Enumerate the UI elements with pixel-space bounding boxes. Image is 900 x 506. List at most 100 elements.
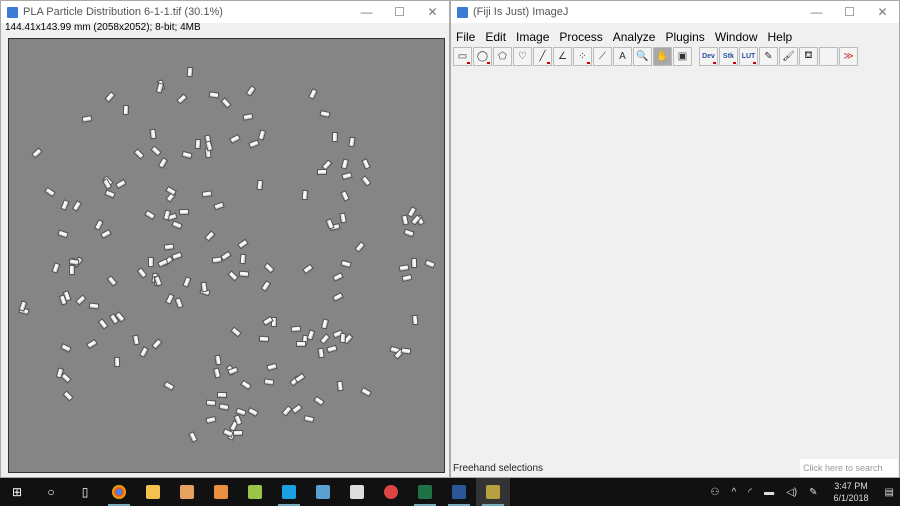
- clock[interactable]: 3:47 PM 6/1/2018: [834, 480, 869, 504]
- menu-edit[interactable]: Edit: [485, 30, 506, 44]
- color-picker-tool[interactable]: ▣: [673, 47, 692, 66]
- particle: [335, 380, 344, 392]
- chrome-icon: [112, 485, 126, 499]
- task-view-button[interactable]: ▯: [68, 478, 102, 506]
- app-paint[interactable]: [374, 478, 408, 506]
- particle: [303, 415, 316, 424]
- particle: [155, 82, 164, 94]
- app-i[interactable]: [170, 478, 204, 506]
- freehand-tool[interactable]: ♡: [513, 47, 532, 66]
- polygon-tool[interactable]: ⬠: [493, 47, 512, 66]
- lut-menu-button[interactable]: LUT: [739, 47, 758, 66]
- line-tool[interactable]: ╱: [533, 47, 552, 66]
- multipoint-tool[interactable]: ⁘: [573, 47, 592, 66]
- particle: [181, 150, 193, 160]
- particle: [208, 91, 220, 99]
- calculator-icon: [350, 485, 364, 499]
- flood-fill-icon: ⛾: [804, 50, 813, 61]
- particle: [291, 403, 303, 415]
- taskbar-search[interactable]: Click here to search: [800, 459, 898, 477]
- menu-file[interactable]: File: [456, 30, 475, 44]
- wifi-icon[interactable]: ◜: [748, 487, 752, 498]
- particle: [332, 271, 344, 282]
- imagej-titlebar[interactable]: (Fiji Is Just) ImageJ — ☐ ✕: [451, 1, 899, 23]
- particle: [339, 212, 347, 224]
- particle: [81, 114, 93, 123]
- word-app[interactable]: [442, 478, 476, 506]
- particle: [200, 281, 209, 293]
- app-c[interactable]: [272, 478, 306, 506]
- particle: [266, 363, 278, 372]
- particle: [245, 85, 256, 98]
- app-f[interactable]: [204, 478, 238, 506]
- calculator-app[interactable]: [340, 478, 374, 506]
- app-3d[interactable]: [306, 478, 340, 506]
- wand-tool[interactable]: ⟋: [593, 47, 612, 66]
- more-tools[interactable]: ≫: [839, 47, 858, 66]
- oval-tool[interactable]: ◯: [473, 47, 492, 66]
- pen-icon[interactable]: ✎: [809, 487, 817, 498]
- image-canvas[interactable]: [8, 38, 445, 473]
- close-button[interactable]: ✕: [866, 5, 899, 19]
- rectangle-tool[interactable]: ▭: [453, 47, 472, 66]
- brush-tool[interactable]: 🖌: [779, 47, 798, 66]
- stk-menu-icon: Stk: [723, 53, 734, 60]
- angle-tool[interactable]: ∠: [553, 47, 572, 66]
- maximize-button[interactable]: ☐: [383, 5, 416, 19]
- app-f-icon: [214, 485, 228, 499]
- image-window-titlebar[interactable]: PLA Particle Distribution 6-1-1.tif (30.…: [1, 1, 449, 23]
- minimize-button[interactable]: —: [800, 5, 833, 19]
- particle: [296, 341, 307, 348]
- menu-image[interactable]: Image: [516, 30, 549, 44]
- chrome-app[interactable]: [102, 478, 136, 506]
- pencil-tool[interactable]: ✎: [759, 47, 778, 66]
- particle: [133, 148, 146, 160]
- excel-app[interactable]: [408, 478, 442, 506]
- menu-analyze[interactable]: Analyze: [613, 30, 656, 44]
- volume-icon[interactable]: ◁): [786, 487, 797, 498]
- particle: [57, 229, 69, 239]
- maximize-button[interactable]: ☐: [833, 5, 866, 19]
- file-explorer-app[interactable]: [136, 478, 170, 506]
- toolbar: ▭ ◯ ⬠ ♡ ╱ ∠ ⁘ ⟋ A 🔍 ✋ ▣ Dev Stk LUT ✎ 🖌 ⛾ ≫: [453, 47, 899, 67]
- imagej-icon: [7, 6, 18, 18]
- menu-help[interactable]: Help: [768, 30, 793, 44]
- more-tools-icon: ≫: [843, 51, 854, 62]
- menu-process[interactable]: Process: [559, 30, 602, 44]
- empty-tool[interactable]: [819, 47, 838, 66]
- hand-tool[interactable]: ✋: [653, 47, 672, 66]
- close-button[interactable]: ✕: [416, 5, 449, 19]
- particle: [360, 158, 371, 170]
- particle: [401, 274, 413, 283]
- menu-window[interactable]: Window: [715, 30, 758, 44]
- particle: [186, 66, 194, 77]
- cura-app[interactable]: [238, 478, 272, 506]
- particle: [104, 91, 116, 104]
- angle-icon: ∠: [558, 51, 567, 62]
- text-tool[interactable]: A: [613, 47, 632, 66]
- start-button[interactable]: ⊞: [0, 478, 34, 506]
- particle: [170, 220, 183, 230]
- clock-time: 3:47 PM: [834, 481, 868, 491]
- particle: [294, 372, 306, 383]
- particle: [164, 293, 175, 306]
- particle: [93, 218, 104, 231]
- particle: [62, 390, 74, 402]
- particle: [122, 105, 129, 116]
- fiji-icon: [486, 485, 500, 499]
- particle: [132, 334, 140, 346]
- magnifier-tool[interactable]: 🔍: [633, 47, 652, 66]
- stk-menu-button[interactable]: Stk: [719, 47, 738, 66]
- chevron-up-icon[interactable]: ^: [732, 487, 737, 498]
- particle: [260, 279, 272, 292]
- notification-icon[interactable]: ▤: [885, 487, 894, 498]
- dev-menu-button[interactable]: Dev: [699, 47, 718, 66]
- flood-fill-tool[interactable]: ⛾: [799, 47, 818, 66]
- minimize-button[interactable]: —: [350, 5, 383, 19]
- battery-icon[interactable]: ▬: [764, 487, 774, 498]
- menu-plugins[interactable]: Plugins: [665, 30, 704, 44]
- people-icon[interactable]: ⚇: [711, 487, 720, 498]
- fiji-app[interactable]: [476, 478, 510, 506]
- cortana-button[interactable]: ○: [34, 478, 68, 506]
- particle: [31, 147, 44, 159]
